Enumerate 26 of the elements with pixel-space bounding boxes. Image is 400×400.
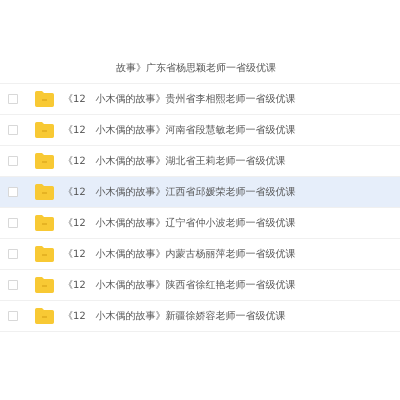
- folder-icon: [35, 246, 54, 262]
- folder-icon: [35, 215, 54, 231]
- folder-icon: [35, 277, 54, 293]
- file-name[interactable]: 《12 小木偶的故事》陕西省徐红艳老师一省级优课: [63, 278, 296, 292]
- file-name[interactable]: 《12 小木偶的故事》内蒙古杨丽萍老师一省级优课: [63, 246, 296, 262]
- file-name[interactable]: 《12 小木偶的故事》湖北省王莉老师一省级优课: [63, 154, 286, 168]
- checkbox[interactable]: [8, 249, 18, 259]
- file-name[interactable]: 《12 小木偶的故事》江西省邱媛荣老师一省级优课: [63, 184, 296, 200]
- folder-icon: [35, 91, 54, 107]
- file-row[interactable]: 《12 小木偶的故事》江西省邱媛荣老师一省级优课: [0, 177, 400, 208]
- folder-icon: [35, 153, 54, 169]
- checkbox[interactable]: [8, 156, 18, 166]
- checkbox[interactable]: [8, 94, 18, 104]
- folder-icon: [35, 308, 54, 324]
- file-name[interactable]: 《12 小木偶的故事》新疆徐娇容老师一省级优课: [63, 308, 286, 324]
- file-name[interactable]: 《12 小木偶的故事》辽宁省仲小波老师一省级优课: [63, 216, 296, 230]
- file-name[interactable]: 《12 小木偶的故事》贵州省李相熙老师一省级优课: [63, 92, 296, 106]
- folder-icon: [35, 122, 54, 138]
- checkbox[interactable]: [8, 280, 18, 290]
- file-name[interactable]: 《12 小木偶的故事》河南省段慧敏老师一省级优课: [63, 122, 296, 138]
- checkbox[interactable]: [8, 218, 18, 228]
- checkbox[interactable]: [8, 311, 18, 321]
- checkbox[interactable]: [8, 187, 18, 197]
- file-name[interactable]: 故事》广东省杨思颖老师一省级优课: [116, 60, 276, 76]
- checkbox[interactable]: [8, 125, 18, 135]
- folder-icon: [35, 184, 54, 200]
